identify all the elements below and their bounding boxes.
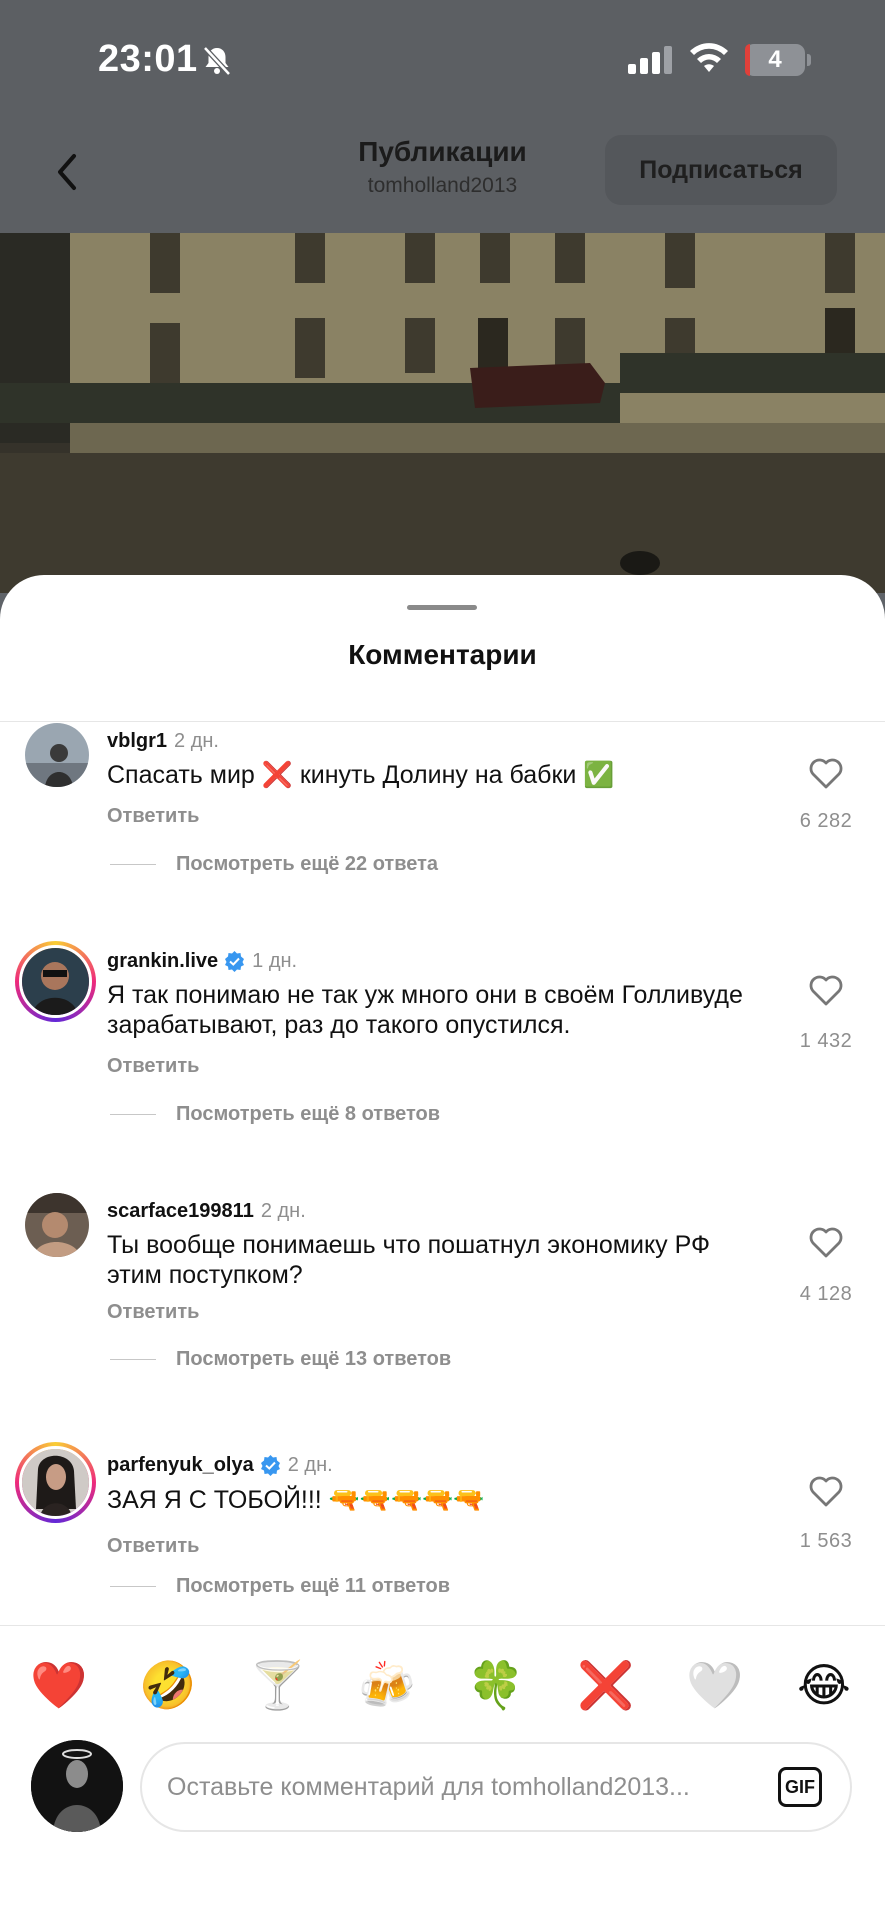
post-image-graphic <box>0 233 885 593</box>
avatar-graphic <box>25 723 89 787</box>
reply-button[interactable]: Ответить <box>107 1535 199 1558</box>
gif-button[interactable]: GIF <box>778 1767 822 1807</box>
cellular-signal-icon <box>628 46 672 74</box>
my-avatar <box>31 1740 123 1832</box>
sheet-title: Комментарии <box>348 639 537 670</box>
status-bar: 23:01 4 <box>0 0 885 120</box>
comment-age: 1 дн. <box>252 950 298 972</box>
comment-meta: vblgr1 2 дн. <box>107 730 219 753</box>
follow-button[interactable]: Подписаться <box>605 135 837 205</box>
view-replies-button[interactable]: Посмотреть ещё 22 ответа <box>110 853 438 876</box>
avatar-graphic <box>22 1449 89 1516</box>
wifi-icon <box>690 43 728 72</box>
like-count: 1 563 <box>799 1530 853 1552</box>
avatar[interactable] <box>25 1193 89 1257</box>
emoji-cross-button[interactable]: ❌ <box>576 1655 636 1715</box>
reply-button[interactable]: Ответить <box>107 1055 199 1078</box>
nav-header: Публикации tomholland2013 Подписаться <box>0 120 885 233</box>
view-replies-label: Посмотреть ещё 22 ответа <box>176 853 439 875</box>
comment-age: 2 дн. <box>287 1454 333 1476</box>
avatar-graphic <box>22 948 89 1015</box>
bell-muted-icon <box>203 46 231 76</box>
comment-username[interactable]: scarface199811 <box>107 1200 254 1223</box>
sheet-grabber[interactable] <box>407 605 477 610</box>
comment-age: 2 дн. <box>174 730 219 752</box>
comments-sheet: Комментарии vblgr1 2 дн. Спасать мир ❌ к… <box>0 575 885 1920</box>
status-time: 23:01 <box>98 38 198 80</box>
like-heart-icon[interactable] <box>808 1225 844 1259</box>
comment-text: Спасать мир ❌ кинуть Долину на бабки ✅ <box>107 761 615 789</box>
view-replies-label: Посмотреть ещё 8 ответов <box>176 1103 441 1125</box>
comment-composer: Оставьте комментарий для tomholland2013.… <box>0 1740 885 1840</box>
view-replies-label: Посмотреть ещё 13 ответов <box>176 1348 452 1370</box>
comment-text: Я так понимаю не так уж много они в своё… <box>107 981 743 1039</box>
view-replies-button[interactable]: Посмотреть ещё 13 ответов <box>110 1348 451 1371</box>
replies-dash <box>110 864 156 865</box>
emoji-cocktail-button[interactable]: 🍸 <box>248 1655 308 1715</box>
like-count: 4 128 <box>799 1283 853 1305</box>
view-replies-button[interactable]: Посмотреть ещё 8 ответов <box>110 1103 440 1126</box>
view-replies-button[interactable]: Посмотреть ещё 11 ответов <box>110 1575 450 1598</box>
reply-button[interactable]: Ответить <box>107 805 199 828</box>
replies-dash <box>110 1114 156 1115</box>
comment-meta: grankin.live 1 дн. <box>107 950 297 973</box>
comment-username[interactable]: vblgr1 <box>107 730 167 753</box>
like-count: 6 282 <box>799 810 853 832</box>
comment-input[interactable]: Оставьте комментарий для tomholland2013.… <box>140 1742 852 1832</box>
emoji-rofl-button[interactable]: 🤣 <box>138 1655 198 1715</box>
comment-input-placeholder: Оставьте комментарий для tomholland2013.… <box>167 1773 690 1801</box>
replies-dash <box>110 1586 156 1587</box>
like-heart-icon[interactable] <box>808 973 844 1007</box>
avatar <box>19 1446 92 1519</box>
avatar-graphic <box>31 1740 123 1832</box>
comment-username[interactable]: parfenyuk_olya <box>107 1454 254 1477</box>
divider <box>0 721 885 722</box>
avatar-story-ring[interactable] <box>15 1442 96 1523</box>
post-image <box>0 233 885 593</box>
emoji-reaction-bar: ❤️ 🤣 🍸 🍻 🍀 ❌ 🤍 😂 <box>0 1655 885 1715</box>
emoji-joy-button[interactable]: 😂 <box>794 1655 854 1715</box>
like-heart-icon[interactable] <box>808 756 844 790</box>
replies-dash <box>110 1359 156 1360</box>
avatar[interactable] <box>25 723 89 787</box>
avatar-graphic <box>25 1193 89 1257</box>
comment-text: ЗАЯ Я С ТОБОЙ!!! 🔫🔫🔫🔫🔫 <box>107 1486 485 1514</box>
emoji-heart-button[interactable]: ❤️ <box>29 1655 89 1715</box>
emoji-beers-button[interactable]: 🍻 <box>357 1655 417 1715</box>
verified-badge-icon <box>260 1455 280 1476</box>
avatar-story-ring[interactable] <box>15 941 96 1022</box>
battery-indicator: 4 <box>745 44 811 76</box>
divider <box>0 1625 885 1626</box>
verified-badge-icon <box>225 951 245 972</box>
reply-button[interactable]: Ответить <box>107 1301 199 1324</box>
comment-age: 2 дн. <box>260 1200 306 1222</box>
avatar <box>19 945 92 1018</box>
emoji-clover-button[interactable]: 🍀 <box>466 1655 526 1715</box>
comment-meta: parfenyuk_olya 2 дн. <box>107 1454 333 1477</box>
view-replies-label: Посмотреть ещё 11 ответов <box>176 1575 451 1597</box>
comment-text: Ты вообще понимаешь что пошатнул экономи… <box>107 1231 711 1289</box>
like-heart-icon[interactable] <box>808 1474 844 1508</box>
comment-username[interactable]: grankin.live <box>107 950 218 973</box>
comment-meta: scarface199811 2 дн. <box>107 1200 306 1223</box>
like-count: 1 432 <box>799 1030 853 1052</box>
emoji-white-heart-button[interactable]: 🤍 <box>685 1655 745 1715</box>
